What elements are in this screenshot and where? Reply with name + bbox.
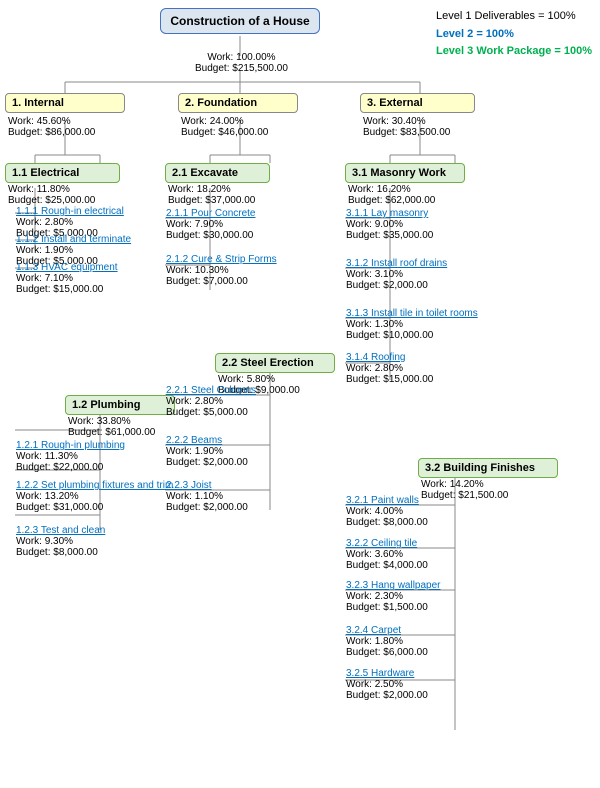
- l3-1-2-2: 1.2.2 Set plumbing fixtures and trim Wor…: [16, 480, 173, 513]
- l2-finishes-stats: Work: 14.20% Budget: $21,500.00: [421, 479, 508, 501]
- l2-steel: 2.2 Steel Erection: [215, 353, 335, 373]
- l3-3-1-1: 3.1.1 Lay masonry Work: 9.00% Budget: $3…: [346, 208, 433, 241]
- l1-external-stats: Work: 30.40% Budget: $83,500.00: [363, 116, 450, 138]
- l1-foundation-stats: Work: 24.00% Budget: $46,000.00: [181, 116, 268, 138]
- l3-1-1-3: 1.1.3 HVAC equipment Work: 7.10% Budget:…: [16, 262, 118, 295]
- l2-masonry-stats: Work: 16.20% Budget: $62,000.00: [348, 184, 435, 206]
- l2-excavate: 2.1 Excavate: [165, 163, 270, 183]
- l1-internal-stats: Work: 45.60% Budget: $86,000.00: [8, 116, 95, 138]
- l2-plumbing: 1.2 Plumbing: [65, 395, 175, 415]
- l3-3-2-2: 3.2.2 Ceiling tile Work: 3.60% Budget: $…: [346, 538, 428, 571]
- l3-2-1-1: 2.1.1 Pour Concrete Work: 7.90% Budget: …: [166, 208, 256, 241]
- l3-2-2-1: 2.2.1 Steel Columns Work: 2.80% Budget: …: [166, 385, 256, 418]
- l3-3-2-4: 3.2.4 Carpet Work: 1.80% Budget: $6,000.…: [346, 625, 428, 658]
- l3-3-2-5: 3.2.5 Hardware Work: 2.50% Budget: $2,00…: [346, 668, 428, 701]
- l2-excavate-stats: Work: 18.20% Budget: $37,000.00: [168, 184, 255, 206]
- l2-masonry: 3.1 Masonry Work: [345, 163, 465, 183]
- l3-3-1-2: 3.1.2 Install roof drains Work: 3.10% Bu…: [346, 258, 447, 291]
- legend-l2: Level 2 = 100%: [436, 26, 592, 44]
- l2-plumbing-stats: Work: 33.80% Budget: $61,000.00: [68, 416, 155, 438]
- legend: Level 1 Deliverables = 100% Level 2 = 10…: [436, 8, 592, 61]
- legend-l1: Level 1 Deliverables = 100%: [436, 8, 592, 26]
- l3-2-2-2: 2.2.2 Beams Work: 1.90% Budget: $2,000.0…: [166, 435, 248, 468]
- l3-3-2-1: 3.2.1 Paint walls Work: 4.00% Budget: $8…: [346, 495, 428, 528]
- l2-electrical: 1.1 Electrical: [5, 163, 120, 183]
- root-stats: Work: 100.00% Budget: $215,500.00: [195, 52, 288, 74]
- l2-finishes: 3.2 Building Finishes: [418, 458, 558, 478]
- legend-l3: Level 3 Work Package = 100%: [436, 43, 592, 61]
- l3-3-2-3: 3.2.3 Hang wallpaper Work: 2.30% Budget:…: [346, 580, 441, 613]
- l1-foundation: 2. Foundation: [178, 93, 298, 113]
- l3-2-2-3: 2.2.3 Joist Work: 1.10% Budget: $2,000.0…: [166, 480, 248, 513]
- l3-3-1-3: 3.1.3 Install tile in toilet rooms Work:…: [346, 308, 478, 341]
- l1-external: 3. External: [360, 93, 475, 113]
- l3-3-1-4: 3.1.4 Roofing Work: 2.80% Budget: $15,00…: [346, 352, 433, 385]
- l1-internal: 1. Internal: [5, 93, 125, 113]
- l3-1-2-1: 1.2.1 Rough-in plumbing Work: 11.30% Bud…: [16, 440, 125, 473]
- root-title: Construction of a House: [160, 8, 320, 34]
- l2-electrical-stats: Work: 11.80% Budget: $25,000.00: [8, 184, 95, 206]
- l3-2-1-2: 2.1.2 Cure & Strip Forms Work: 10.30% Bu…: [166, 254, 277, 287]
- l3-1-2-3: 1.2.3 Test and clean Work: 9.30% Budget:…: [16, 525, 105, 558]
